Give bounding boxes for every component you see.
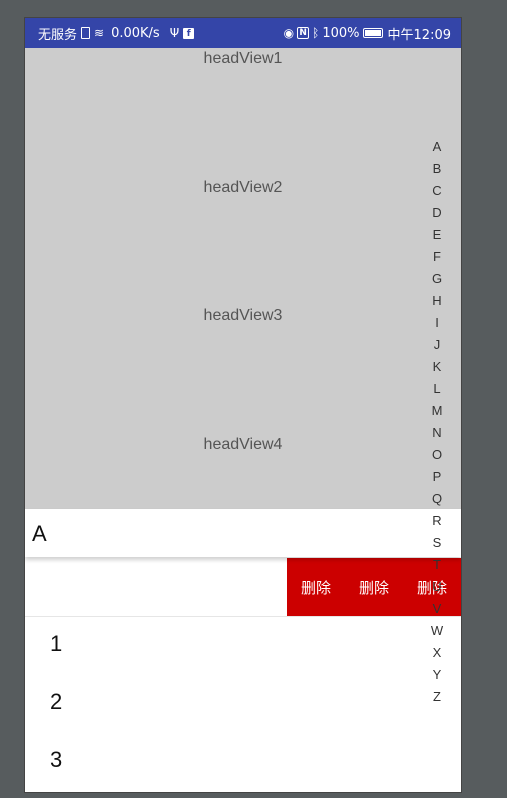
facebook-icon: f [183, 27, 195, 39]
list-item[interactable]: 2 [25, 675, 461, 734]
status-bar-right: ◉ N ᛒ 100% 中午12:09 [284, 18, 451, 48]
index-letter-m[interactable]: M [425, 400, 449, 422]
index-letter-h[interactable]: H [425, 290, 449, 312]
status-bar: 无服务 ≋ 0.00K/s Ψ f ◉ N ᛒ 100% 中午12:09 [25, 18, 461, 48]
eye-icon: ◉ [283, 26, 295, 40]
index-letter-a[interactable]: A [425, 136, 449, 158]
list-item-label: 3 [50, 747, 63, 772]
index-letter-g[interactable]: G [425, 268, 449, 290]
index-letter-z[interactable]: Z [425, 686, 449, 708]
index-letter-o[interactable]: O [425, 444, 449, 466]
section-header-letter: A [32, 521, 47, 546]
index-letter-w[interactable]: W [425, 620, 449, 642]
status-bar-left: 无服务 ≋ 0.00K/s Ψ f [38, 18, 195, 48]
index-letter-e[interactable]: E [425, 224, 449, 246]
list-item[interactable]: 3 [25, 733, 461, 791]
header-views-area: headView1 headView2 headView3 headView4 [25, 48, 461, 509]
index-letter-p[interactable]: P [425, 466, 449, 488]
index-letter-c[interactable]: C [425, 180, 449, 202]
index-letter-f[interactable]: F [425, 246, 449, 268]
battery-percent: 100% [322, 25, 360, 41]
index-letter-d[interactable]: D [425, 202, 449, 224]
swiped-list-row[interactable]: 删除 删除 删除 [25, 558, 461, 617]
list-item-label: 2 [50, 689, 63, 714]
clock-text: 中午12:09 [387, 27, 451, 43]
index-letter-t[interactable]: T [425, 554, 449, 576]
usb-icon: Ψ [169, 26, 180, 40]
index-letter-v[interactable]: V [425, 598, 449, 620]
head-view-4: headView4 [203, 436, 283, 453]
head-view-3: headView3 [203, 307, 283, 324]
index-letter-r[interactable]: R [425, 510, 449, 532]
index-letter-s[interactable]: S [425, 532, 449, 554]
delete-button-1[interactable]: 删除 [287, 577, 345, 598]
nfc-icon: N [297, 27, 310, 39]
head-view-1: headView1 [203, 50, 283, 67]
index-letter-j[interactable]: J [425, 334, 449, 356]
sim-icon [81, 27, 91, 39]
head-view-2: headView2 [203, 179, 283, 196]
battery-icon [362, 28, 383, 38]
phone-screen: 无服务 ≋ 0.00K/s Ψ f ◉ N ᛒ 100% 中午12:09 hea… [25, 18, 461, 792]
carrier-text: 无服务 [38, 27, 78, 43]
bluetooth-icon: ᛒ [312, 26, 320, 40]
index-letter-b[interactable]: B [425, 158, 449, 180]
index-letter-n[interactable]: N [425, 422, 449, 444]
delete-button-2[interactable]: 删除 [345, 577, 403, 598]
net-speed-text: 0.00K/s [111, 25, 160, 41]
index-letter-u[interactable]: U [425, 576, 449, 598]
index-letter-k[interactable]: K [425, 356, 449, 378]
alphabet-index-bar[interactable]: ABCDEFGHIJKLMNOPQRSTUVWXYZ [425, 136, 449, 708]
index-letter-y[interactable]: Y [425, 664, 449, 686]
index-letter-x[interactable]: X [425, 642, 449, 664]
index-letter-l[interactable]: L [425, 378, 449, 400]
wifi-icon: ≋ [94, 26, 105, 40]
section-header: A [25, 509, 461, 557]
list-item[interactable]: 1 [25, 617, 461, 676]
index-letter-q[interactable]: Q [425, 488, 449, 510]
index-letter-i[interactable]: I [425, 312, 449, 334]
list-item-label: 1 [50, 631, 63, 656]
